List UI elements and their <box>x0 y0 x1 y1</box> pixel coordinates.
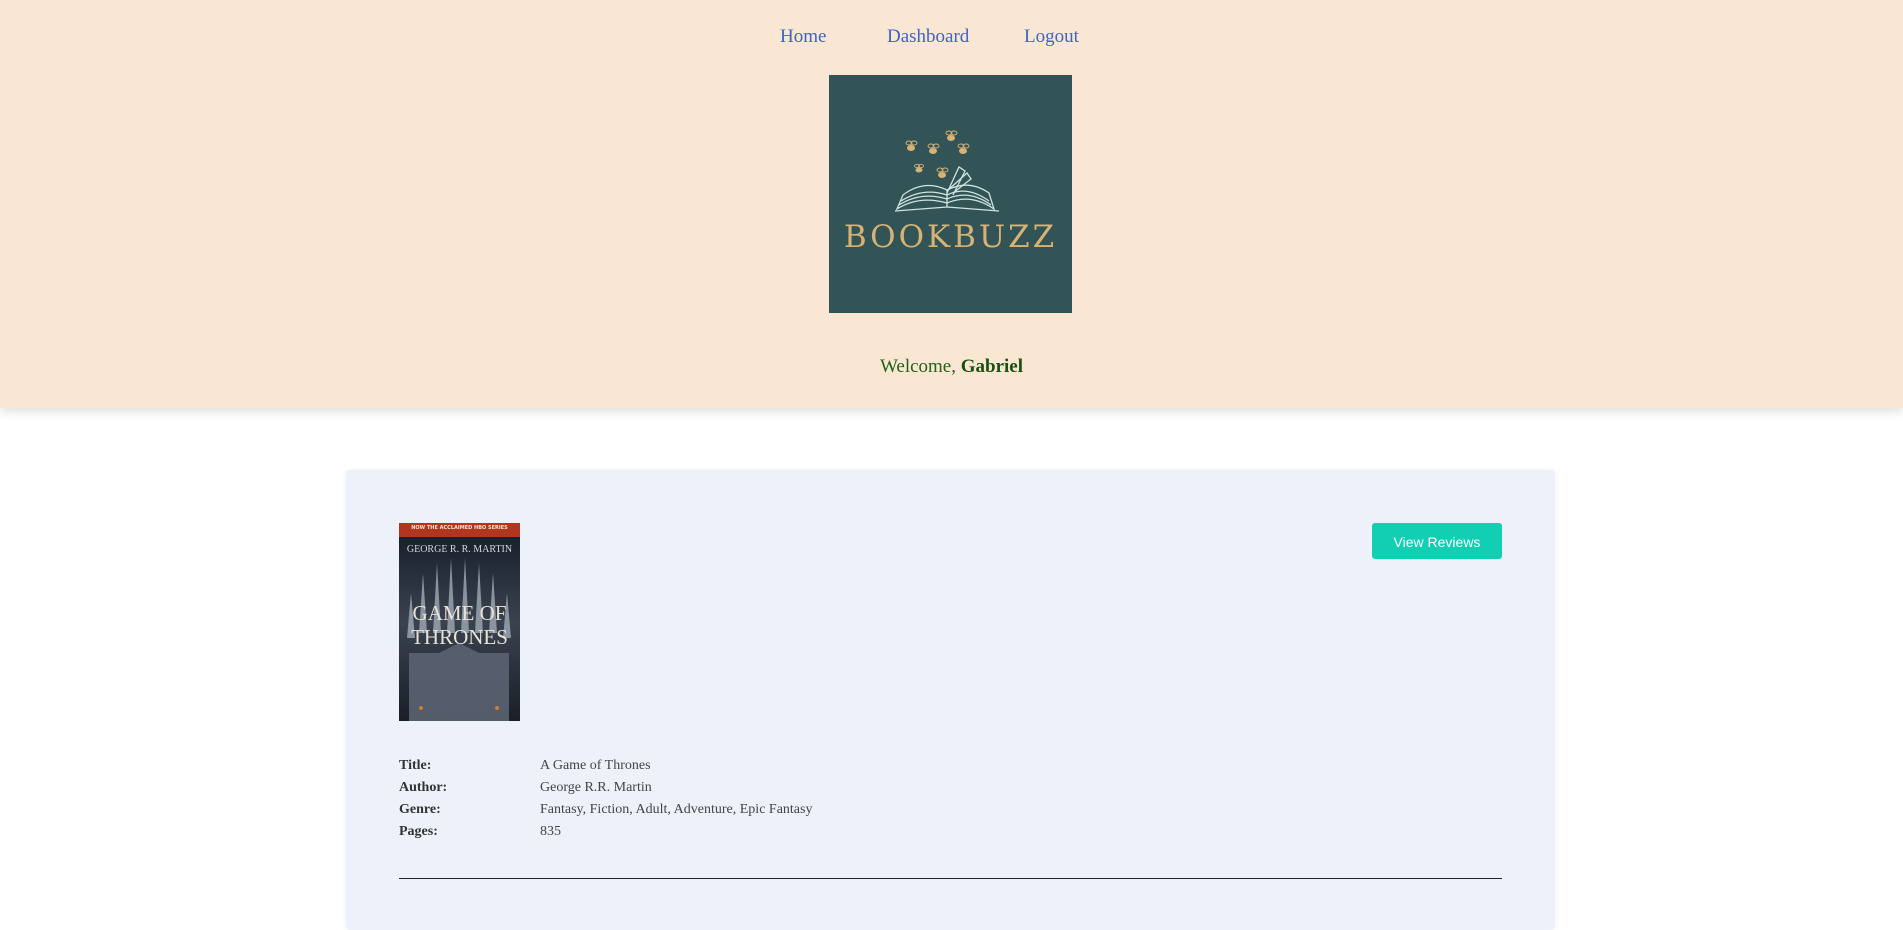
book-detail-card: NOW THE ACCLAIMED HBO SERIES GEORGE R. R… <box>346 470 1555 930</box>
open-book-bees-icon <box>894 130 1000 212</box>
cover-author-text: GEORGE R. R. MARTIN <box>406 544 513 555</box>
book-details-list: Title: A Game of Thrones Author: George … <box>399 758 999 846</box>
cover-title-line1: GAME OF <box>412 601 507 625</box>
welcome-prefix: Welcome, <box>879 356 961 377</box>
cover-banner-text: NOW THE ACCLAIMED HBO SERIES <box>411 525 508 531</box>
detail-row-author: Author: George R.R. Martin <box>399 780 999 802</box>
welcome-message: Welcome, Gabriel <box>0 356 1903 378</box>
detail-value: 835 <box>540 824 561 839</box>
detail-value: George R.R. Martin <box>540 780 652 795</box>
nav-home-link[interactable]: Home <box>780 26 826 48</box>
detail-row-genre: Genre: Fantasy, Fiction, Adult, Adventur… <box>399 802 999 824</box>
cover-title-line2: THRONES <box>411 625 508 649</box>
detail-label: Title: <box>399 758 432 773</box>
main-nav: Home Dashboard Logout <box>0 26 1903 52</box>
detail-row-title: Title: A Game of Thrones <box>399 758 999 780</box>
nav-logout-link[interactable]: Logout <box>1024 26 1079 48</box>
detail-label: Pages: <box>399 824 438 839</box>
detail-row-pages: Pages: 835 <box>399 824 999 846</box>
detail-label: Author: <box>399 780 448 795</box>
welcome-username: Gabriel <box>960 356 1024 377</box>
detail-value: Fantasy, Fiction, Adult, Adventure, Epic… <box>540 802 813 817</box>
detail-label: Genre: <box>399 802 441 817</box>
logo-wordmark: BOOKBUZZ <box>843 219 1058 255</box>
site-header: Home Dashboard Logout BOOKBUZZ Welcome, … <box>0 0 1903 408</box>
section-divider <box>399 878 1502 879</box>
bookbuzz-logo: BOOKBUZZ <box>829 75 1072 313</box>
book-cover-image: NOW THE ACCLAIMED HBO SERIES GEORGE R. R… <box>399 523 520 721</box>
detail-value: A Game of Thrones <box>540 758 651 773</box>
nav-dashboard-link[interactable]: Dashboard <box>887 26 969 48</box>
view-reviews-button[interactable]: View Reviews <box>1372 523 1502 559</box>
